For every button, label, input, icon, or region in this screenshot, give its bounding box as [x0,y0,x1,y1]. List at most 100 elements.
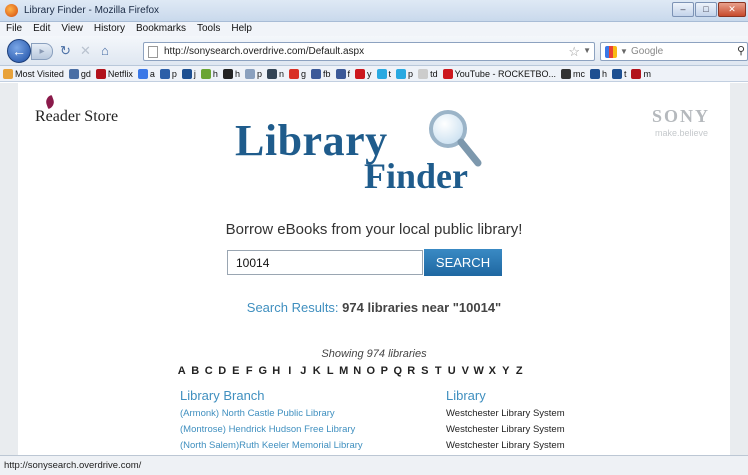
menu-bar: File Edit View History Bookmarks Tools H… [0,22,748,36]
bookmark-label: a [149,68,155,79]
bookmark-item[interactable]: t [611,68,626,79]
bookmark-item[interactable]: h [222,68,240,79]
bookmark-item[interactable]: Netflix [95,68,133,79]
bookmark-item[interactable]: j [181,68,196,79]
bookmark-item[interactable]: t [376,68,391,79]
library-name: Westchester Library System [446,440,565,451]
letter-filter-g[interactable]: G [256,365,270,377]
bookmark-favicon-icon [200,68,211,79]
letter-filter-q[interactable]: Q [391,365,405,377]
minimize-icon[interactable]: – [672,2,694,17]
letter-filter-w[interactable]: W [472,365,486,377]
search-engine-dropdown-icon[interactable]: ▼ [620,47,628,56]
bookmarks-toolbar: Most Visited gd Netflix a p j h h p n g fb f y t p td You… [0,66,748,82]
branch-link[interactable]: (Montrose) Hendrick Hudson Free Library [180,424,355,435]
letter-filter-f[interactable]: F [243,365,257,377]
letter-filter-n[interactable]: N [351,365,365,377]
google-icon[interactable] [605,46,617,58]
search-icon[interactable]: ⚲ [737,44,745,57]
bookmark-item[interactable]: Most Visited [3,68,64,79]
bookmark-item[interactable]: h [200,68,218,79]
letter-filter-t[interactable]: T [432,365,446,377]
bookmark-label: h [212,68,218,79]
bookmark-item[interactable]: YouTube - ROCKETBO... [442,68,556,79]
maximize-icon[interactable]: □ [695,2,717,17]
magnifier-icon [429,110,482,167]
letter-filter-r[interactable]: R [405,365,419,377]
letter-filter-x[interactable]: X [486,365,500,377]
bookmark-item[interactable]: td [418,68,438,79]
branch-link[interactable]: (North Salem)Ruth Keeler Memorial Librar… [180,440,363,451]
menu-history[interactable]: History [88,22,130,36]
bookmark-favicon-icon [589,68,600,79]
letter-filter-m[interactable]: M [337,365,351,377]
sony-tagline: make.believe [654,128,708,138]
back-button[interactable]: ← [7,39,31,63]
letter-filter-l[interactable]: L [324,365,338,377]
bookmark-item[interactable]: g [288,68,306,79]
bookmark-star-icon[interactable]: ☆ [568,44,580,60]
letter-filter-p[interactable]: P [378,365,392,377]
forward-button[interactable]: ▸ [31,43,53,60]
column-header-branch: Library Branch [180,388,265,403]
home-icon[interactable]: ⌂ [101,44,109,58]
bookmark-favicon-icon [288,68,299,79]
letter-filter-j[interactable]: J [297,365,311,377]
menu-file[interactable]: File [0,22,27,36]
close-icon[interactable]: ✕ [718,2,746,17]
url-dropdown-icon[interactable]: ▼ [583,46,591,55]
bookmark-item[interactable]: mc [560,68,585,79]
stop-icon[interactable]: ✕ [80,44,91,58]
branch-link[interactable]: (Armonk) North Castle Public Library [180,408,335,419]
window-title: Library Finder - Mozilla Firefox [24,5,160,16]
bookmark-item[interactable]: p [396,68,413,79]
letter-filter-c[interactable]: C [202,365,216,377]
bookmark-favicon-icon [611,68,622,79]
letter-filter-y[interactable]: Y [499,365,513,377]
letter-filter-h[interactable]: H [270,365,284,377]
bookmark-favicon-icon [631,68,642,79]
bookmark-favicon-icon [311,68,321,79]
letter-filter-v[interactable]: V [459,365,473,377]
bookmark-favicon-icon [159,68,170,79]
sony-logo: SONY [651,106,710,126]
letter-filter-z[interactable]: Z [513,365,527,377]
bookmark-item[interactable]: h [589,68,607,79]
bookmark-label: p [171,68,177,79]
bookmark-item[interactable]: n [266,68,284,79]
bookmark-label: YouTube - ROCKETBO... [454,68,556,79]
bookmark-item[interactable]: fb [311,68,331,79]
letter-filter-a[interactable]: A [175,365,189,377]
bookmark-item[interactable]: a [137,68,155,79]
letter-filter-s[interactable]: S [418,365,432,377]
letter-filter-b[interactable]: B [189,365,203,377]
reload-icon[interactable]: ↻ [60,44,71,58]
letter-filter-k[interactable]: K [310,365,324,377]
letter-filter-i[interactable]: I [283,365,297,377]
page-content: Reader Store SONY make.believe Library F… [18,83,730,455]
bookmark-item[interactable]: gd [68,68,91,79]
menu-bookmarks[interactable]: Bookmarks [130,22,191,36]
window-controls: – □ ✕ [672,2,746,17]
bookmark-label: y [367,68,372,79]
bookmark-item[interactable]: m [631,68,651,79]
menu-tools[interactable]: Tools [191,22,225,36]
bookmark-item[interactable]: p [159,68,177,79]
reader-store-logo[interactable]: Reader Store [35,94,118,126]
bookmark-item[interactable]: f [335,68,350,79]
menu-edit[interactable]: Edit [27,22,55,36]
search-button[interactable]: SEARCH [424,249,502,276]
letter-filter-e[interactable]: E [229,365,243,377]
menu-view[interactable]: View [55,22,88,36]
bookmark-item[interactable]: p [244,68,262,79]
menu-help[interactable]: Help [225,22,257,36]
letter-filter-u[interactable]: U [445,365,459,377]
search-box[interactable]: ▼ Google ⚲ [600,42,748,61]
bookmark-favicon-icon [3,68,13,79]
window-titlebar: Library Finder - Mozilla Firefox – □ ✕ [0,0,748,22]
letter-filter-d[interactable]: D [216,365,230,377]
zip-search-input[interactable] [227,250,423,275]
address-bar[interactable]: http://sonysearch.overdrive.com/Default.… [143,42,595,61]
letter-filter-o[interactable]: O [364,365,378,377]
bookmark-item[interactable]: y [355,68,372,79]
